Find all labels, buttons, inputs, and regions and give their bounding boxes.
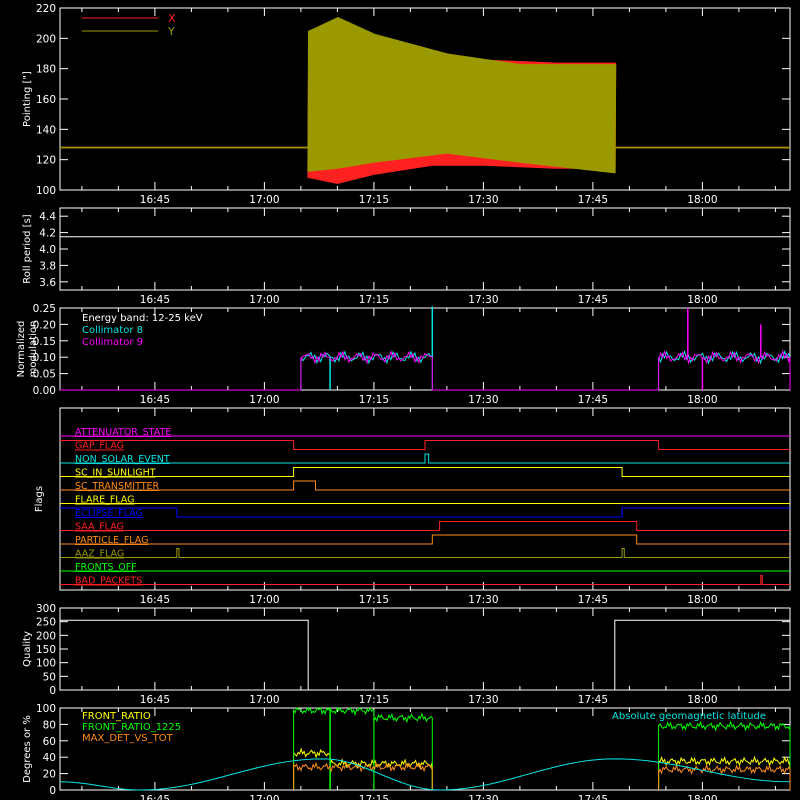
y-tick-label: 4.4 xyxy=(39,211,56,223)
x-tick-label: 17:45 xyxy=(578,394,608,406)
x-tick-label: 18:00 xyxy=(687,694,717,706)
x-tick-label: 17:45 xyxy=(578,594,608,606)
x-tick-label: 17:30 xyxy=(468,594,498,606)
legend-label: Collimator 9 xyxy=(82,337,143,348)
y-tick-label: 100 xyxy=(36,703,56,715)
x-tick-label: 18:00 xyxy=(687,294,717,306)
energy-band-annotation: Energy band: 12-25 keV xyxy=(82,313,203,324)
x-tick-label: 18:00 xyxy=(687,794,717,800)
y-tick-label: 0.00 xyxy=(33,385,56,397)
x-tick-label: 17:00 xyxy=(249,194,279,206)
y-tick-label: 20 xyxy=(43,769,56,781)
y-tick-label: 0 xyxy=(49,685,56,697)
y-tick-label: 0 xyxy=(49,785,56,797)
y-tick-label: 100 xyxy=(36,658,56,670)
x-tick-label: 16:45 xyxy=(140,794,170,800)
y-tick-label: 120 xyxy=(36,155,56,167)
flag-label: NON_SOLAR_EVENT xyxy=(75,454,170,465)
y-axis-label: Quality xyxy=(22,631,33,667)
x-tick-label: 17:15 xyxy=(359,394,389,406)
y-axis-label-line: modulation xyxy=(28,321,39,378)
y-axis-label-line: Normalized xyxy=(16,321,27,378)
x-tick-label: 17:15 xyxy=(359,594,389,606)
flag-label: ECLIPSE_FLAG xyxy=(75,508,143,519)
legend-label-x: X xyxy=(168,12,176,25)
y-tick-label: 100 xyxy=(36,185,56,197)
x-tick-label: 17:30 xyxy=(468,394,498,406)
y-tick-label: 140 xyxy=(36,124,56,136)
x-tick-label: 16:45 xyxy=(140,594,170,606)
flag-label: SC_IN_SUNLIGHT xyxy=(75,468,156,479)
y-axis-label: Flags xyxy=(34,486,45,512)
x-tick-label: 17:45 xyxy=(578,694,608,706)
x-tick-label: 17:15 xyxy=(359,194,389,206)
flag-label: SC_TRANSMITTER xyxy=(75,481,160,492)
y-tick-label: 40 xyxy=(43,752,56,764)
stacked-time-series-figure: 10012014016018020022016:45 17:00 17:15 17:3… xyxy=(0,0,800,800)
flag-label: AAZ_FLAG xyxy=(75,549,124,560)
x-tick-label: 17:30 xyxy=(468,194,498,206)
y-tick-label: 50 xyxy=(43,671,56,683)
flag-label: FRONTS_OFF xyxy=(75,562,137,573)
x-tick-label: 16:45 xyxy=(140,694,170,706)
y-tick-label: 4.2 xyxy=(39,228,56,240)
y-tick-label: 180 xyxy=(36,64,56,76)
y-tick-label: 220 xyxy=(36,3,56,15)
flag-label: GAP_FLAG xyxy=(75,441,124,452)
x-tick-label: 17:00 xyxy=(249,394,279,406)
y-axis-label: Degrees or % xyxy=(22,715,33,783)
x-tick-label: 18:00 xyxy=(687,594,717,606)
legend-label-latitude: Absolute geomagnetic latitude xyxy=(612,711,766,722)
y-tick-label: 160 xyxy=(36,94,56,106)
y-tick-label: 0.25 xyxy=(33,303,56,315)
x-tick-label: 18:00 xyxy=(687,394,717,406)
legend-label: FRONT_RATIO_1225 xyxy=(82,722,181,733)
y-axis-label: Roll period [s] xyxy=(22,214,33,283)
x-tick-label: 17:00 xyxy=(249,694,279,706)
x-tick-label: 17:30 xyxy=(468,694,498,706)
flag-label: BAD_PACKETS xyxy=(75,576,142,587)
x-tick-label: 17:15 xyxy=(359,794,389,800)
y-tick-label: 300 xyxy=(36,603,56,615)
y-tick-label: 4.0 xyxy=(39,244,56,256)
y-tick-label: 80 xyxy=(43,719,56,731)
y-tick-label: 3.8 xyxy=(39,260,56,272)
x-tick-label: 18:00 xyxy=(687,194,717,206)
x-tick-label: 17:45 xyxy=(578,294,608,306)
x-tick-label: 17:30 xyxy=(468,294,498,306)
x-tick-label: 17:15 xyxy=(359,294,389,306)
y-tick-label: 3.6 xyxy=(39,277,56,289)
y-tick-label: 250 xyxy=(36,617,56,629)
x-tick-label: 17:00 xyxy=(249,294,279,306)
x-tick-label: 16:45 xyxy=(140,194,170,206)
x-tick-label: 16:45 xyxy=(140,394,170,406)
x-tick-label: 17:00 xyxy=(249,594,279,606)
legend-label-y: Y xyxy=(167,25,175,38)
flag-label: FLARE_FLAG xyxy=(75,495,135,506)
x-tick-label: 17:15 xyxy=(359,694,389,706)
y-tick-label: 60 xyxy=(43,736,56,748)
y-tick-label: 150 xyxy=(36,644,56,656)
flag-label: SAA_FLAG xyxy=(75,522,124,533)
legend-label: Collimator 8 xyxy=(82,325,143,336)
y-tick-label: 200 xyxy=(36,33,56,45)
legend-label: MAX_DET_VS_TOT xyxy=(82,733,174,744)
x-tick-label: 17:00 xyxy=(249,794,279,800)
flag-label: PARTICLE_FLAG xyxy=(75,535,148,546)
y-axis-label: Pointing ["] xyxy=(22,71,33,127)
y-axis-label: Normalizedmodulation xyxy=(16,321,39,378)
flag-label: ATTENUATOR_STATE xyxy=(75,427,171,438)
y-tick-label: 200 xyxy=(36,630,56,642)
x-tick-label: 17:45 xyxy=(578,194,608,206)
legend-label: FRONT_RATIO xyxy=(82,711,151,722)
x-tick-label: 17:45 xyxy=(578,794,608,800)
x-tick-label: 17:30 xyxy=(468,794,498,800)
x-tick-label: 16:45 xyxy=(140,294,170,306)
